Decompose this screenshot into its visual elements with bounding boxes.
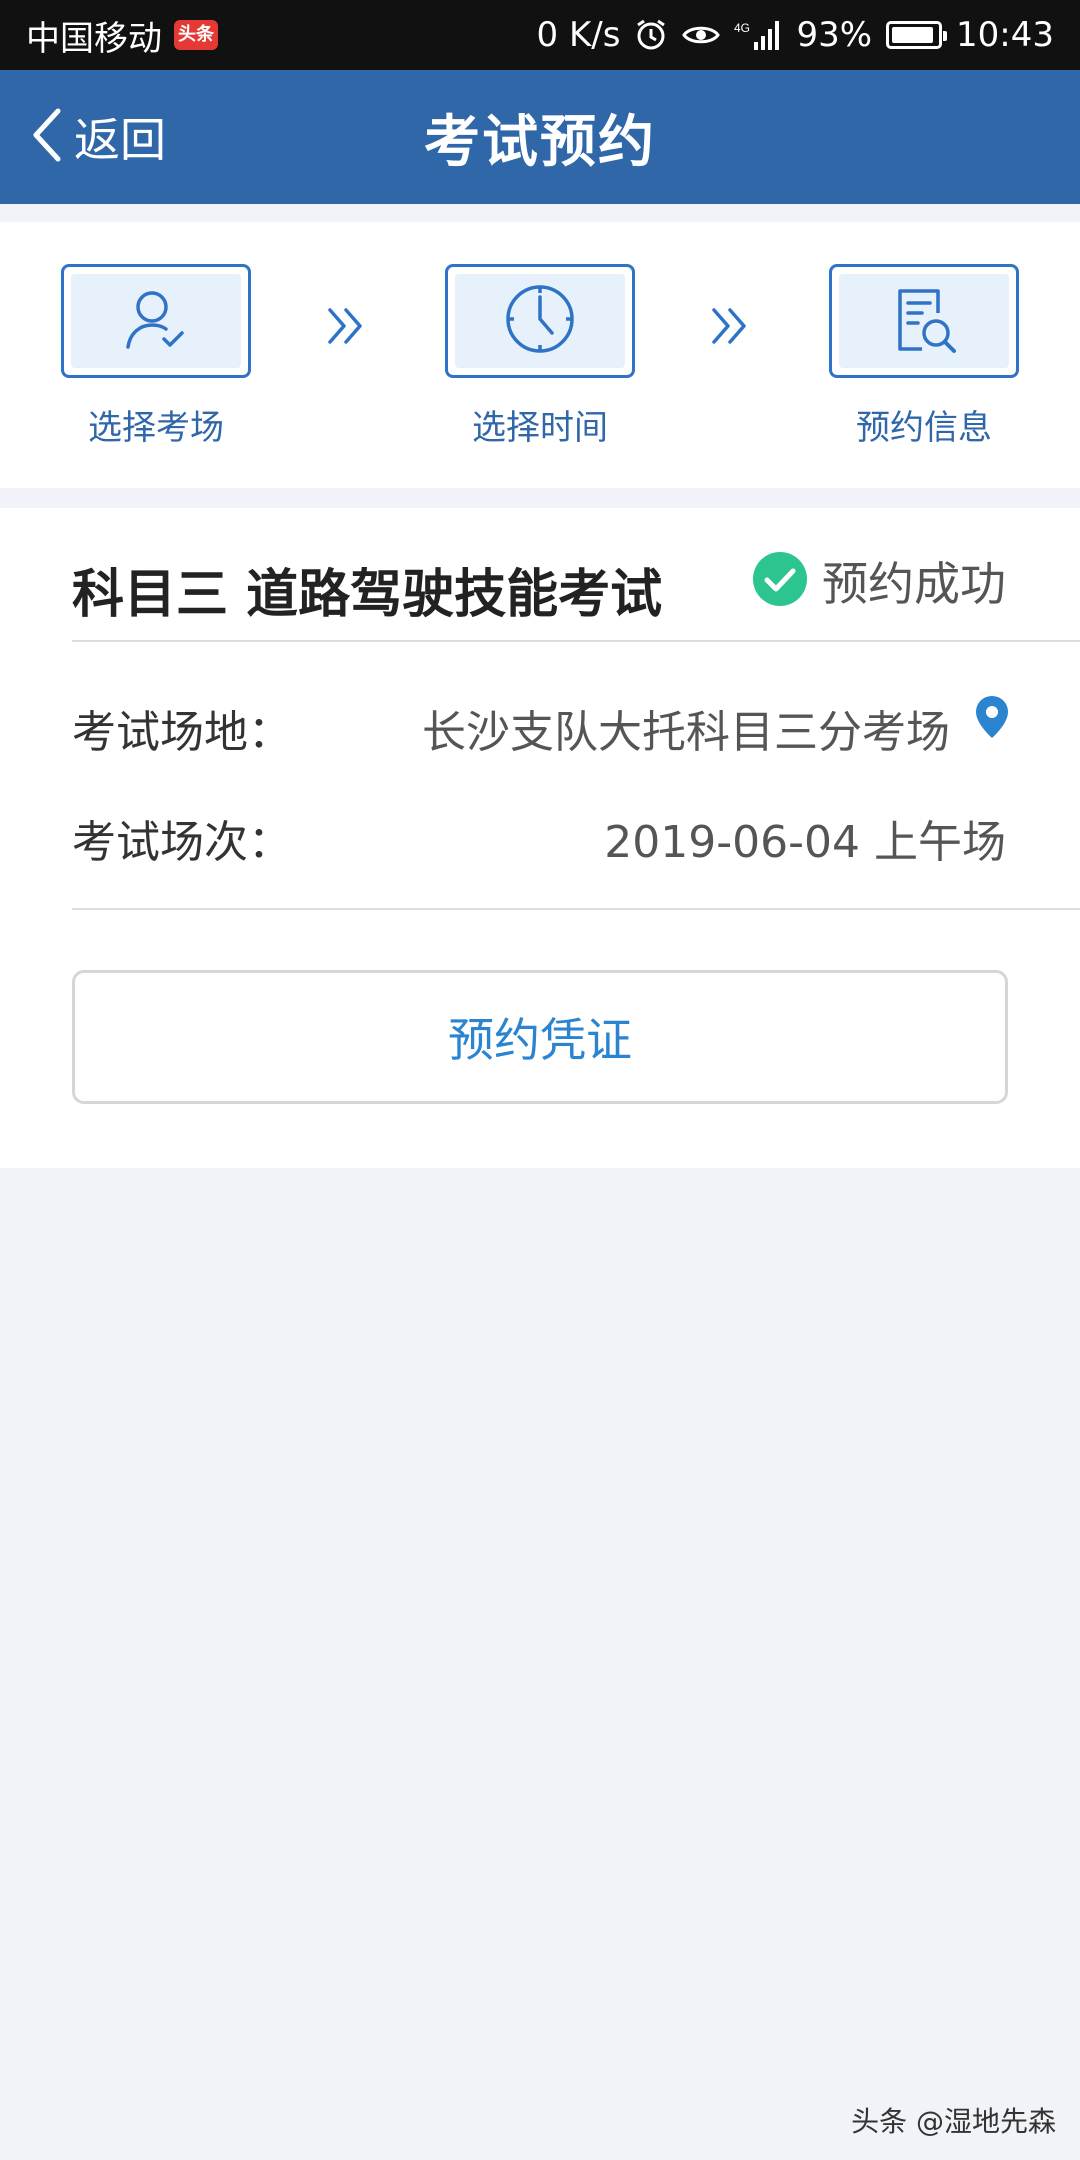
step-booking-info: 预约信息 [826, 264, 1022, 449]
booking-card: 科目三 道路驾驶技能考试 预约成功 考试场地： 长沙支队大托科目三分考场 考试场… [0, 508, 1080, 1168]
session-label: 考试场次： [72, 817, 292, 868]
carrier-label: 中国移动 [26, 18, 162, 59]
clock-icon [504, 283, 576, 359]
document-search-icon [888, 283, 960, 359]
clock-time: 10:43 [956, 15, 1054, 55]
location-pin-icon[interactable] [974, 694, 1010, 744]
page-title: 考试预约 [424, 109, 656, 175]
exam-title: 科目三 道路驾驶技能考试 [72, 565, 663, 625]
step-label: 选择时间 [472, 408, 608, 448]
booking-steps: 选择考场 选择时间 预约信息 [0, 222, 1080, 488]
nav-bar: 返回 考试预约 [0, 70, 1080, 204]
step-icon-box [829, 264, 1019, 378]
network-speed: 0 K/s [536, 15, 621, 55]
alarm-icon [634, 18, 668, 52]
watermark: 头条 @湿地先森 [851, 2105, 1056, 2138]
venue-value: 长沙支队大托科目三分考场 [422, 707, 950, 758]
session-value: 2019-06-04 上午场 [604, 817, 1006, 868]
step-select-venue: 选择考场 [58, 264, 254, 449]
status-bar-left: 中国移动 头条 [26, 11, 218, 60]
status-bar-right: 0 K/s 4G 93% 10:43 [537, 15, 1054, 55]
status-badge: 预约成功 [752, 548, 1006, 614]
divider [72, 640, 1080, 642]
step-select-time: 选择时间 [442, 264, 638, 449]
network-type: 4G [734, 21, 750, 35]
step-label: 预约信息 [856, 408, 992, 448]
step-icon-box [445, 264, 635, 378]
divider [72, 908, 1080, 910]
news-app-icon: 头条 [174, 20, 218, 50]
signal-icon: 4G [734, 18, 782, 52]
double-chevron-right-icon [326, 306, 368, 350]
double-chevron-right-icon [710, 306, 752, 350]
battery-percent: 93% [796, 15, 873, 55]
step-icon-box [61, 264, 251, 378]
booking-voucher-button[interactable]: 预约凭证 [72, 970, 1008, 1104]
battery-icon [886, 21, 948, 49]
battery-level [892, 27, 933, 43]
check-circle-icon [752, 551, 808, 611]
step-label: 选择考场 [88, 408, 224, 448]
user-check-icon [120, 283, 192, 359]
eye-icon [682, 20, 721, 50]
status-bar: 中国移动 头条 0 K/s 4G 93% 10:43 [0, 0, 1080, 70]
status-label: 预约成功 [822, 557, 1006, 611]
venue-label: 考试场地： [72, 707, 292, 758]
